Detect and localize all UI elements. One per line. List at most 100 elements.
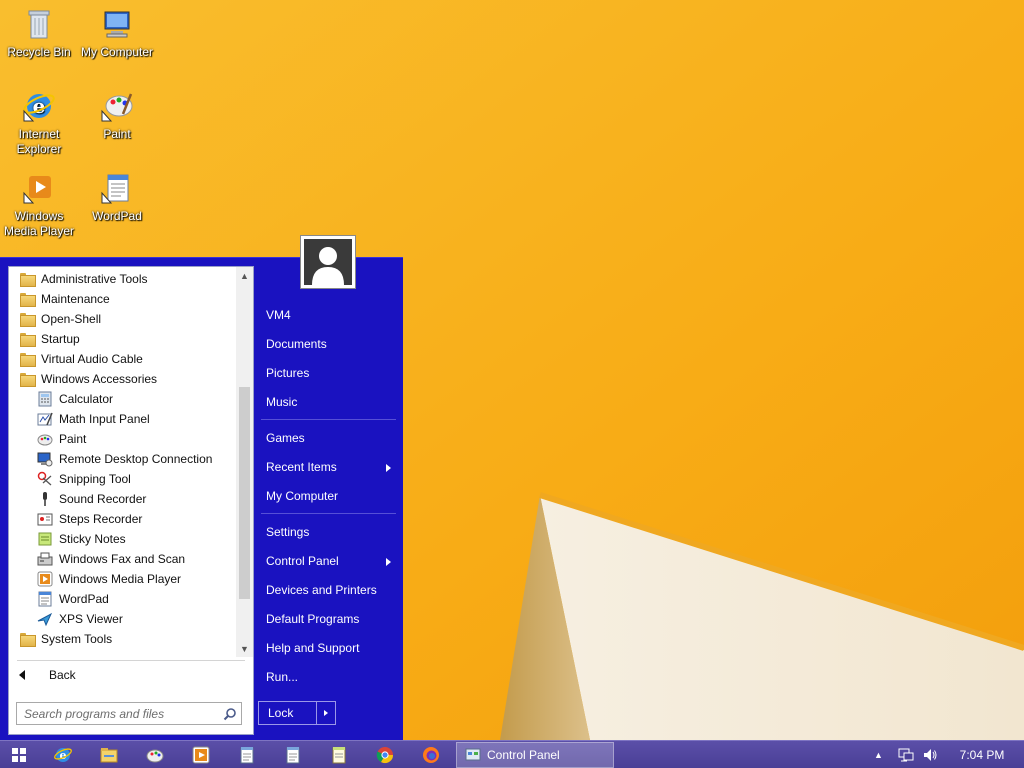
- notepad-icon: [286, 747, 300, 764]
- folder-icon: [19, 311, 36, 327]
- program-item[interactable]: Windows Accessories: [9, 369, 237, 389]
- search-input[interactable]: [24, 706, 214, 721]
- menu-item-help-and-support[interactable]: Help and Support: [257, 635, 397, 661]
- program-item[interactable]: Snipping Tool: [9, 469, 237, 489]
- start-button[interactable]: [4, 743, 34, 767]
- taskbar-firefox[interactable]: [416, 743, 446, 767]
- program-item[interactable]: Steps Recorder: [9, 509, 237, 529]
- calculator-icon: [37, 391, 53, 407]
- program-item[interactable]: Virtual Audio Cable: [9, 349, 237, 369]
- steps-recorder-icon: [37, 511, 53, 527]
- menu-item-label: Run...: [266, 670, 299, 684]
- program-label: Administrative Tools: [41, 272, 148, 286]
- menu-item-label: Control Panel: [266, 554, 339, 568]
- folder-icon: [19, 291, 36, 307]
- desktop-icon-label: Paint: [103, 127, 131, 141]
- menu-item-music[interactable]: Music: [257, 389, 397, 415]
- program-item[interactable]: Open-Shell: [9, 309, 237, 329]
- program-label: WordPad: [59, 592, 109, 606]
- program-item[interactable]: XPS Viewer: [9, 609, 237, 629]
- taskbar-chrome[interactable]: [370, 743, 400, 767]
- program-item[interactable]: Paint: [9, 429, 237, 449]
- program-item[interactable]: Startup: [9, 329, 237, 349]
- menu-item-label: Music: [266, 395, 298, 409]
- taskbar-media-player[interactable]: [186, 743, 216, 767]
- menu-item-label: VM4: [266, 308, 291, 322]
- search-box[interactable]: [16, 702, 242, 725]
- desktop-icon-label: Internet Explorer: [16, 127, 62, 156]
- taskbar: e Control Panel ▲ 7:04 PM: [0, 740, 1024, 768]
- program-item[interactable]: Remote Desktop Connection: [9, 449, 237, 469]
- taskbar-sticky-notes[interactable]: [324, 743, 354, 767]
- menu-item-pictures[interactable]: Pictures: [257, 360, 397, 386]
- program-item[interactable]: Administrative Tools: [9, 269, 237, 289]
- media-player-icon: [23, 176, 51, 204]
- taskbar-notepad-2[interactable]: [278, 743, 308, 767]
- lock-options-button[interactable]: [317, 702, 335, 724]
- internet-explorer-icon: e: [54, 748, 72, 762]
- menu-item-settings[interactable]: Settings: [257, 519, 397, 545]
- back-arrow-icon: [19, 670, 25, 680]
- program-label: Startup: [41, 332, 80, 346]
- program-item[interactable]: Math Input Panel: [9, 409, 237, 429]
- search-icon[interactable]: [223, 707, 237, 721]
- back-button[interactable]: Back: [19, 665, 76, 685]
- menu-item-label: My Computer: [266, 489, 339, 503]
- taskbar-task-control-panel[interactable]: Control Panel: [456, 742, 614, 768]
- fax-icon: [37, 551, 53, 567]
- desktop-icon-paint[interactable]: Paint: [79, 88, 155, 142]
- menu-item-control-panel[interactable]: Control Panel: [257, 548, 397, 574]
- user-picture[interactable]: [300, 235, 356, 289]
- folder-icon: [19, 351, 36, 367]
- program-label: Virtual Audio Cable: [41, 352, 143, 366]
- tray-overflow-button[interactable]: ▲: [874, 750, 883, 760]
- menu-item-games[interactable]: Games: [257, 425, 397, 451]
- program-item[interactable]: Maintenance: [9, 289, 237, 309]
- divider: [17, 660, 245, 661]
- menu-item-default-programs[interactable]: Default Programs: [257, 606, 397, 632]
- menu-item-label: Games: [266, 431, 305, 445]
- program-item[interactable]: System Tools: [9, 629, 237, 649]
- menu-item-devices-and-printers[interactable]: Devices and Printers: [257, 577, 397, 603]
- programs-list: Administrative Tools Maintenance Open-Shel…: [9, 267, 237, 657]
- scroll-down-button[interactable]: ▼: [236, 640, 253, 657]
- program-label: Windows Fax and Scan: [59, 552, 186, 566]
- taskbar-paint[interactable]: [140, 743, 170, 767]
- menu-item-label: Recent Items: [266, 460, 337, 474]
- program-item[interactable]: Windows Fax and Scan: [9, 549, 237, 569]
- chevron-right-icon: [386, 464, 391, 472]
- start-menu: Administrative Tools Maintenance Open-Shel…: [0, 235, 403, 740]
- menu-item-documents[interactable]: Documents: [257, 331, 397, 357]
- clock[interactable]: 7:04 PM: [958, 741, 1006, 768]
- desktop-icon-recycle-bin[interactable]: Recycle Bin: [1, 6, 77, 60]
- control-panel-icon: [465, 748, 481, 761]
- desktop-icon-internet-explorer[interactable]: e Internet Explorer: [1, 88, 77, 157]
- scroll-up-button[interactable]: ▲: [236, 267, 253, 284]
- desktop-icon-windows-media-player[interactable]: Windows Media Player: [1, 170, 77, 239]
- volume-icon[interactable]: [922, 747, 938, 763]
- program-item[interactable]: WordPad: [9, 589, 237, 609]
- menu-item-vm4[interactable]: VM4: [257, 302, 397, 328]
- network-icon[interactable]: [898, 747, 914, 763]
- math-input-icon: [37, 411, 53, 427]
- programs-scrollbar[interactable]: ▲ ▼: [236, 267, 253, 657]
- program-item[interactable]: Windows Media Player: [9, 569, 237, 589]
- menu-item-recent-items[interactable]: Recent Items: [257, 454, 397, 480]
- program-item[interactable]: Sound Recorder: [9, 489, 237, 509]
- menu-item-my-computer[interactable]: My Computer: [257, 483, 397, 509]
- taskbar-internet-explorer[interactable]: e: [48, 743, 78, 767]
- menu-item-run[interactable]: Run...: [257, 664, 397, 690]
- taskbar-notepad[interactable]: [232, 743, 262, 767]
- taskbar-file-explorer[interactable]: [94, 743, 124, 767]
- paint-icon: [101, 93, 133, 122]
- desktop-icon-wordpad[interactable]: WordPad: [79, 170, 155, 224]
- desktop-icon-my-computer[interactable]: My Computer: [79, 6, 155, 60]
- menu-item-label: Settings: [266, 525, 310, 539]
- program-item[interactable]: Sticky Notes: [9, 529, 237, 549]
- wordpad-icon: [37, 591, 53, 607]
- scroll-thumb[interactable]: [239, 387, 250, 599]
- scissors-icon: [37, 471, 53, 487]
- program-item[interactable]: Calculator: [9, 389, 237, 409]
- lock-button[interactable]: Lock: [258, 701, 336, 725]
- divider: [261, 419, 396, 420]
